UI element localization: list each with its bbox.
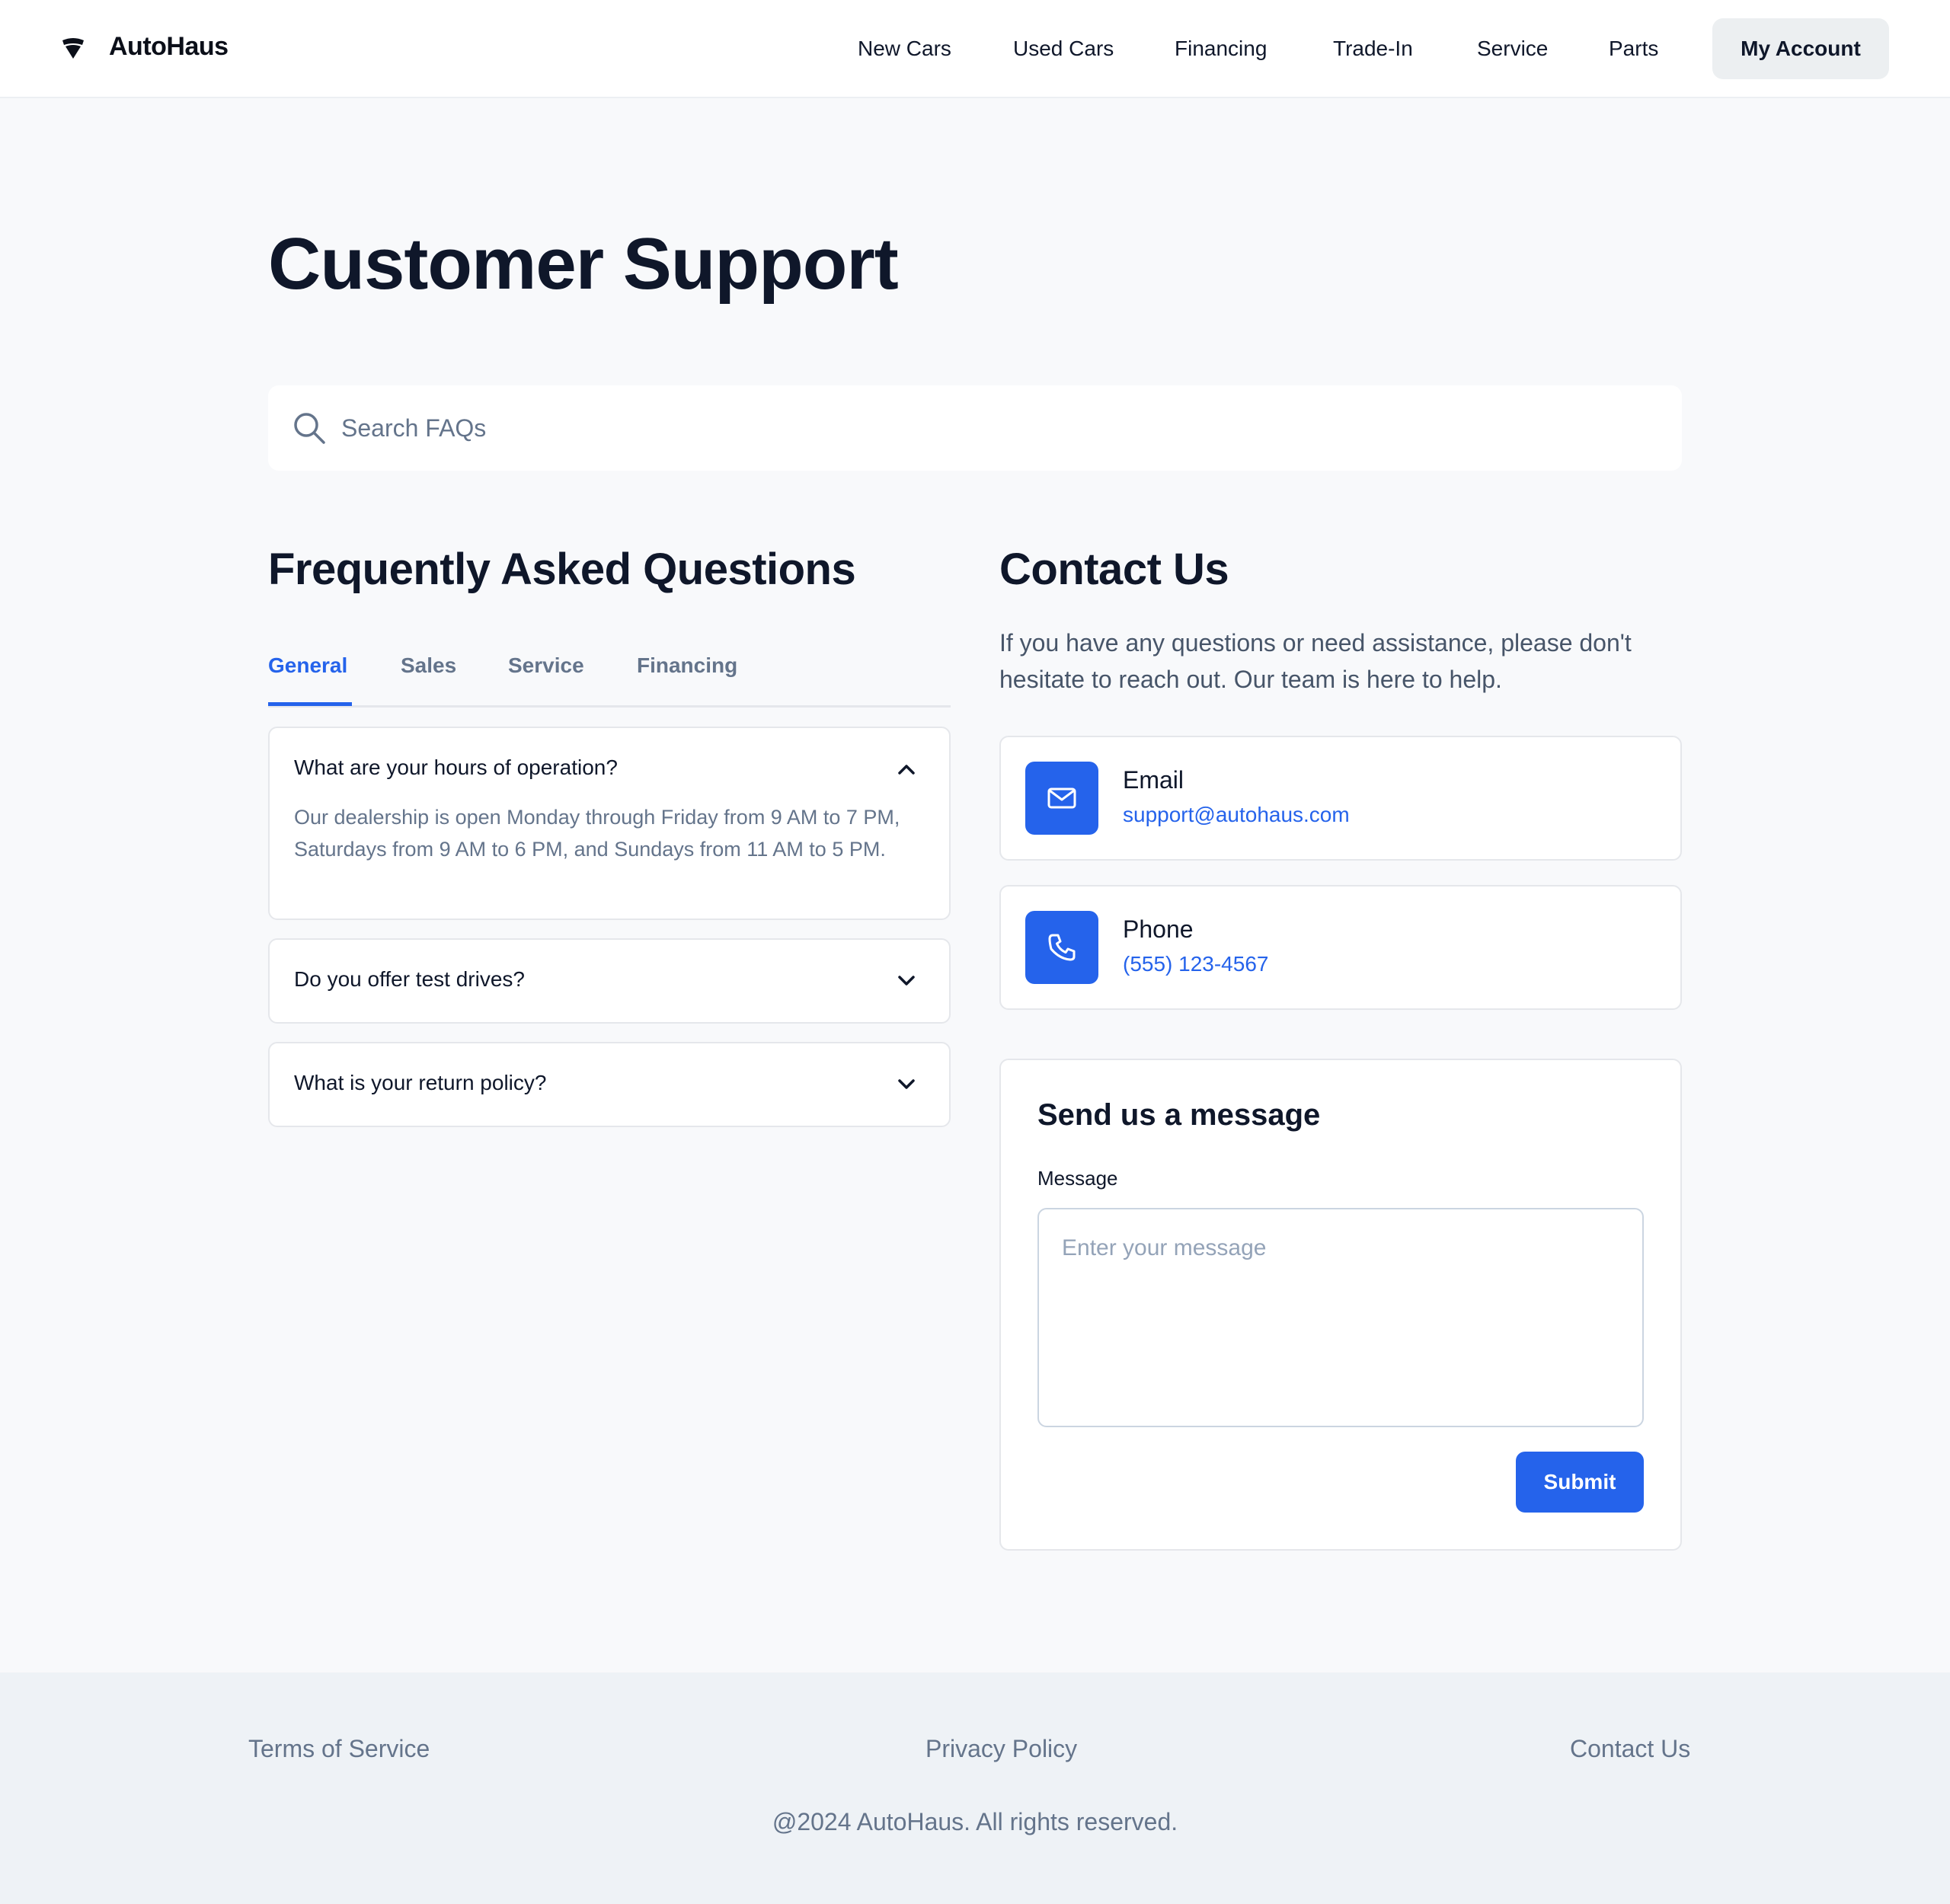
contact-heading: Contact Us	[999, 545, 1229, 594]
footer-privacy-link[interactable]: Privacy Policy	[925, 1735, 1077, 1763]
nav-used-cars[interactable]: Used Cars	[1013, 37, 1114, 61]
message-form-title: Send us a message	[1037, 1098, 1321, 1132]
search-icon	[294, 413, 325, 444]
faq-heading: Frequently Asked Questions	[268, 545, 856, 594]
tabs-divider	[268, 705, 951, 708]
message-field-label: Message	[1037, 1167, 1118, 1190]
page-title: Customer Support	[268, 223, 899, 305]
nav-new-cars[interactable]: New Cars	[858, 37, 951, 61]
mail-icon	[1025, 762, 1098, 835]
message-form: Send us a message Message Submit	[999, 1059, 1682, 1551]
chevron-down-icon[interactable]	[896, 1074, 917, 1095]
email-card: Email support@autohaus.com	[999, 736, 1682, 861]
chevron-up-icon[interactable]	[896, 759, 917, 780]
tab-sales[interactable]: Sales	[401, 653, 456, 678]
nav-trade-in[interactable]: Trade-In	[1333, 37, 1413, 61]
site-header: AutoHaus New Cars Used Cars Financing Tr…	[0, 0, 1950, 98]
tab-general[interactable]: General	[268, 653, 347, 678]
chevron-down-icon[interactable]	[896, 970, 917, 992]
phone-card: Phone (555) 123-4567	[999, 885, 1682, 1010]
active-tab-indicator	[268, 702, 352, 706]
phone-icon	[1025, 911, 1098, 984]
footer-terms-link[interactable]: Terms of Service	[248, 1735, 430, 1763]
nav-service[interactable]: Service	[1477, 37, 1548, 61]
faq-item-hours: What are your hours of operation? Our de…	[268, 727, 951, 920]
faq-item-test-drives[interactable]: Do you offer test drives?	[268, 938, 951, 1024]
tab-service[interactable]: Service	[508, 653, 584, 678]
faq-question[interactable]: Do you offer test drives?	[294, 967, 525, 992]
logo-text[interactable]: AutoHaus	[109, 32, 229, 62]
faq-question[interactable]: What is your return policy?	[294, 1071, 546, 1095]
nav-parts[interactable]: Parts	[1609, 37, 1658, 61]
faq-answer: Our dealership is open Monday through Fr…	[294, 806, 900, 861]
contact-intro: If you have any questions or need assist…	[999, 629, 1632, 693]
tab-financing[interactable]: Financing	[637, 653, 737, 678]
nav-financing[interactable]: Financing	[1175, 37, 1267, 61]
phone-label: Phone	[1123, 915, 1194, 943]
my-account-button[interactable]: My Account	[1712, 18, 1889, 79]
search-bar	[268, 385, 1682, 471]
copyright: @2024 AutoHaus. All rights reserved.	[772, 1808, 1178, 1835]
email-link[interactable]: support@autohaus.com	[1123, 803, 1350, 827]
faq-item-return-policy[interactable]: What is your return policy?	[268, 1042, 951, 1127]
footer-contact-link[interactable]: Contact Us	[1570, 1735, 1690, 1763]
logo-icon[interactable]	[61, 37, 85, 60]
submit-button[interactable]: Submit	[1516, 1452, 1644, 1513]
message-textarea[interactable]	[1037, 1208, 1644, 1427]
search-input[interactable]	[341, 385, 1651, 471]
site-footer: Terms of Service Privacy Policy Contact …	[0, 1672, 1950, 1904]
faq-question[interactable]: What are your hours of operation?	[294, 756, 618, 780]
phone-link[interactable]: (555) 123-4567	[1123, 952, 1268, 976]
email-label: Email	[1123, 766, 1184, 794]
